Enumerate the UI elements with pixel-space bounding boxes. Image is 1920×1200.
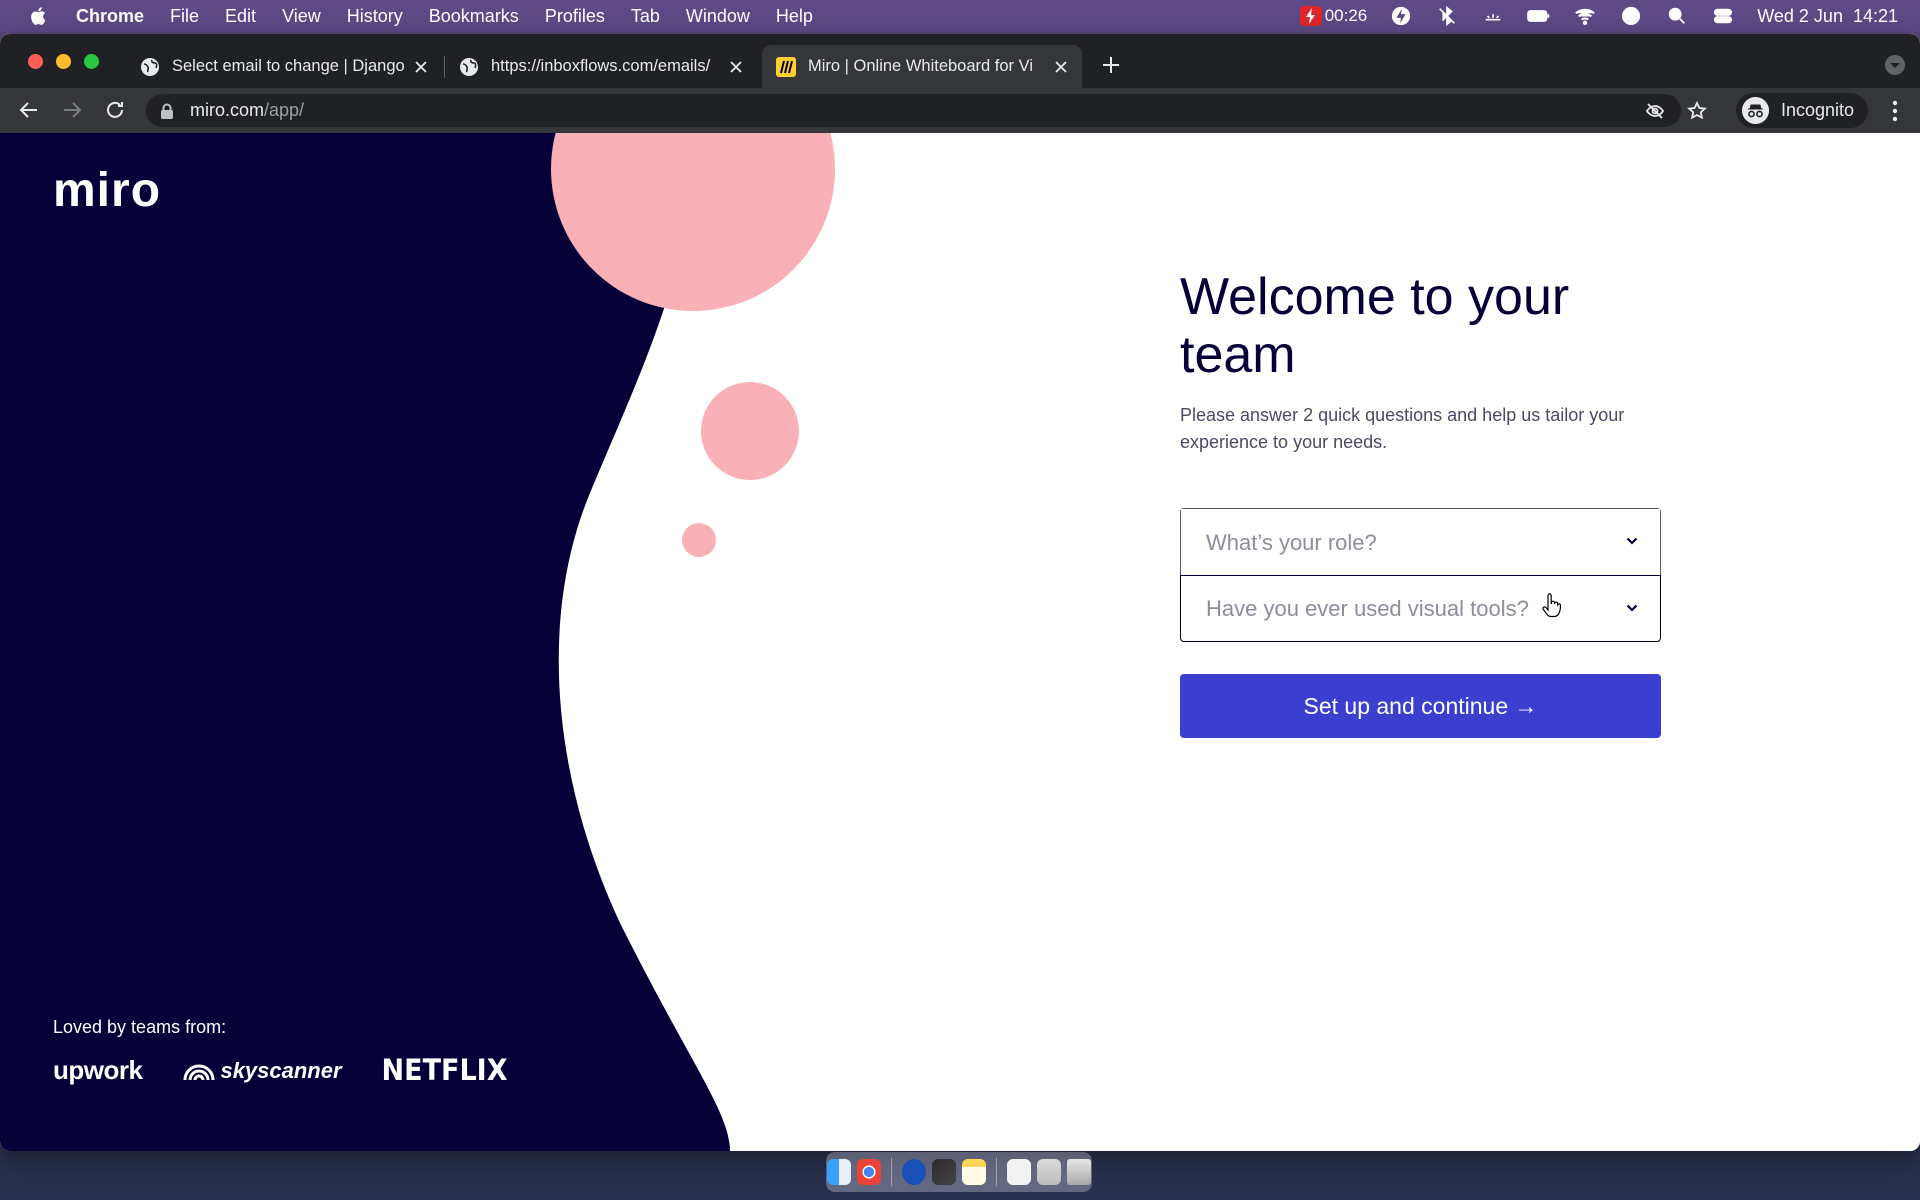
loved-by-label: Loved by teams from: (53, 1017, 227, 1037)
tab-miro[interactable]: Miro | Online Whiteboard for Vi (762, 45, 1082, 88)
address-bar[interactable]: miro.com/app/ (146, 94, 1707, 127)
small-pink-circle (682, 523, 716, 557)
macos-menu-bar: Chrome File Edit View History Bookmarks … (0, 0, 1920, 32)
chrome-window: Select email to change | Django https://… (0, 34, 1920, 1151)
bookmark-star-icon[interactable] (1687, 101, 1707, 121)
chevron-down-icon (1626, 538, 1638, 546)
page-title: Welcome to your team (1180, 268, 1570, 385)
decorative-wave-illustration (0, 133, 835, 1151)
recording-time: 00:26 (1324, 6, 1368, 25)
tab-django-admin[interactable]: Select email to change | Django (126, 45, 442, 88)
skyscanner-wordmark: skyscanner (220, 1057, 342, 1083)
zoom-window-button[interactable] (84, 54, 99, 69)
close-window-button[interactable] (28, 54, 43, 69)
incognito-icon (1742, 97, 1769, 124)
recording-indicator[interactable]: 00:26 (1299, 6, 1368, 26)
menubar-clock[interactable]: Wed 2 Jun 14:21 (1757, 6, 1898, 27)
url-path: /app/ (264, 100, 305, 120)
close-tab-icon[interactable] (729, 60, 743, 74)
spotlight-search-icon[interactable] (1665, 5, 1689, 27)
visual-tools-select[interactable]: Have you ever used visual tools? (1180, 575, 1661, 643)
skyscanner-sunrise-icon (183, 1064, 215, 1080)
network-dots-icon[interactable] (1481, 5, 1505, 27)
eye-slash-icon[interactable] (1645, 101, 1665, 121)
minimize-window-button[interactable] (56, 54, 71, 69)
recording-bolt-icon (1299, 6, 1322, 26)
onboarding-form: Welcome to your team Please answer 2 qui… (1180, 268, 1661, 739)
close-tab-icon[interactable] (1054, 60, 1068, 74)
more-options-icon[interactable] (1892, 100, 1898, 122)
role-select-placeholder: What’s your role? (1206, 529, 1377, 555)
customer-logos: upwork skyscanner NETFLIX (53, 1053, 508, 1088)
url-host: miro.com (190, 100, 265, 120)
menu-bookmarks[interactable]: Bookmarks (429, 6, 519, 27)
1password-app-icon[interactable] (902, 1159, 926, 1185)
window-controls (28, 54, 99, 69)
menu-tab[interactable]: Tab (631, 6, 660, 27)
new-tab-plus-icon[interactable] (1100, 54, 1122, 76)
tab-search-chevron-icon[interactable] (1884, 54, 1906, 76)
chrome-app-icon[interactable] (857, 1159, 881, 1185)
set-up-and-continue-button[interactable]: Set up and continue → (1180, 674, 1661, 739)
bolt-app-icon[interactable] (932, 1159, 956, 1185)
profile-label: Incognito (1781, 100, 1855, 120)
close-tab-icon[interactable] (414, 60, 428, 74)
bolt-circle-icon[interactable] (1389, 5, 1413, 27)
battery-icon[interactable] (1527, 5, 1551, 27)
menu-view[interactable]: View (282, 6, 321, 27)
wifi-icon[interactable] (1573, 5, 1597, 27)
status-area: 00:26 Wed 2 Jun 14:21 (1299, 0, 1898, 32)
menu-help[interactable]: Help (776, 6, 813, 27)
tab-title: Select email to change | Django (172, 57, 404, 75)
hand-pointer-cursor-icon (1542, 593, 1561, 618)
netflix-logo: NETFLIX (381, 1053, 508, 1088)
menu-profiles[interactable]: Profiles (545, 6, 605, 27)
trash-icon[interactable] (1067, 1159, 1091, 1185)
chevron-down-icon (1626, 605, 1638, 613)
incognito-profile-button[interactable]: Incognito (1736, 93, 1869, 128)
miro-logo[interactable]: miro (53, 163, 161, 218)
downloads-stack-icon[interactable] (1037, 1159, 1061, 1185)
globe-icon (141, 57, 159, 76)
finder-app-icon[interactable] (827, 1159, 851, 1185)
menu-app-chrome[interactable]: Chrome (76, 6, 144, 27)
skyscanner-logo: skyscanner (182, 1057, 342, 1084)
page-subtitle: Please answer 2 quick questions and help… (1180, 405, 1625, 453)
lock-icon[interactable] (160, 103, 174, 119)
document-app-icon[interactable] (1007, 1159, 1031, 1185)
globe-icon (460, 57, 478, 76)
reload-icon[interactable] (104, 99, 126, 121)
menu-file[interactable]: File (170, 6, 199, 27)
tab-title: https://inboxflows.com/emails/ (491, 57, 711, 75)
tab-title: Miro | Online Whiteboard for Vi (808, 57, 1033, 75)
browser-toolbar: miro.com/app/ Incognito (0, 88, 1920, 133)
back-arrow-icon[interactable] (18, 99, 40, 121)
tab-strip: Select email to change | Django https://… (0, 34, 1920, 88)
menu-edit[interactable]: Edit (225, 6, 256, 27)
miro-favicon-icon (776, 56, 796, 77)
tab-inboxflows[interactable]: https://inboxflows.com/emails/ (445, 45, 757, 88)
role-select[interactable]: What’s your role? (1181, 509, 1660, 577)
user-account-icon[interactable] (1619, 5, 1643, 27)
menu-history[interactable]: History (347, 6, 403, 27)
forward-arrow-icon[interactable] (61, 99, 83, 121)
notes-app-icon[interactable] (962, 1159, 986, 1185)
control-center-icon[interactable] (1711, 5, 1735, 27)
question-selects: What’s your role? Have you ever used vis… (1180, 508, 1661, 643)
dock-separator (996, 1158, 997, 1186)
menu-window[interactable]: Window (686, 6, 750, 27)
upwork-logo: upwork (53, 1055, 143, 1085)
page-viewport: miro Loved by teams from: upwork skyscan… (0, 133, 1920, 1151)
visual-tools-select-placeholder: Have you ever used visual tools? (1206, 595, 1529, 621)
macos-dock (826, 1152, 1092, 1192)
bluetooth-off-icon[interactable] (1435, 5, 1459, 27)
apple-icon[interactable] (28, 5, 50, 27)
medium-pink-circle (701, 382, 799, 480)
dock-separator (891, 1158, 892, 1186)
